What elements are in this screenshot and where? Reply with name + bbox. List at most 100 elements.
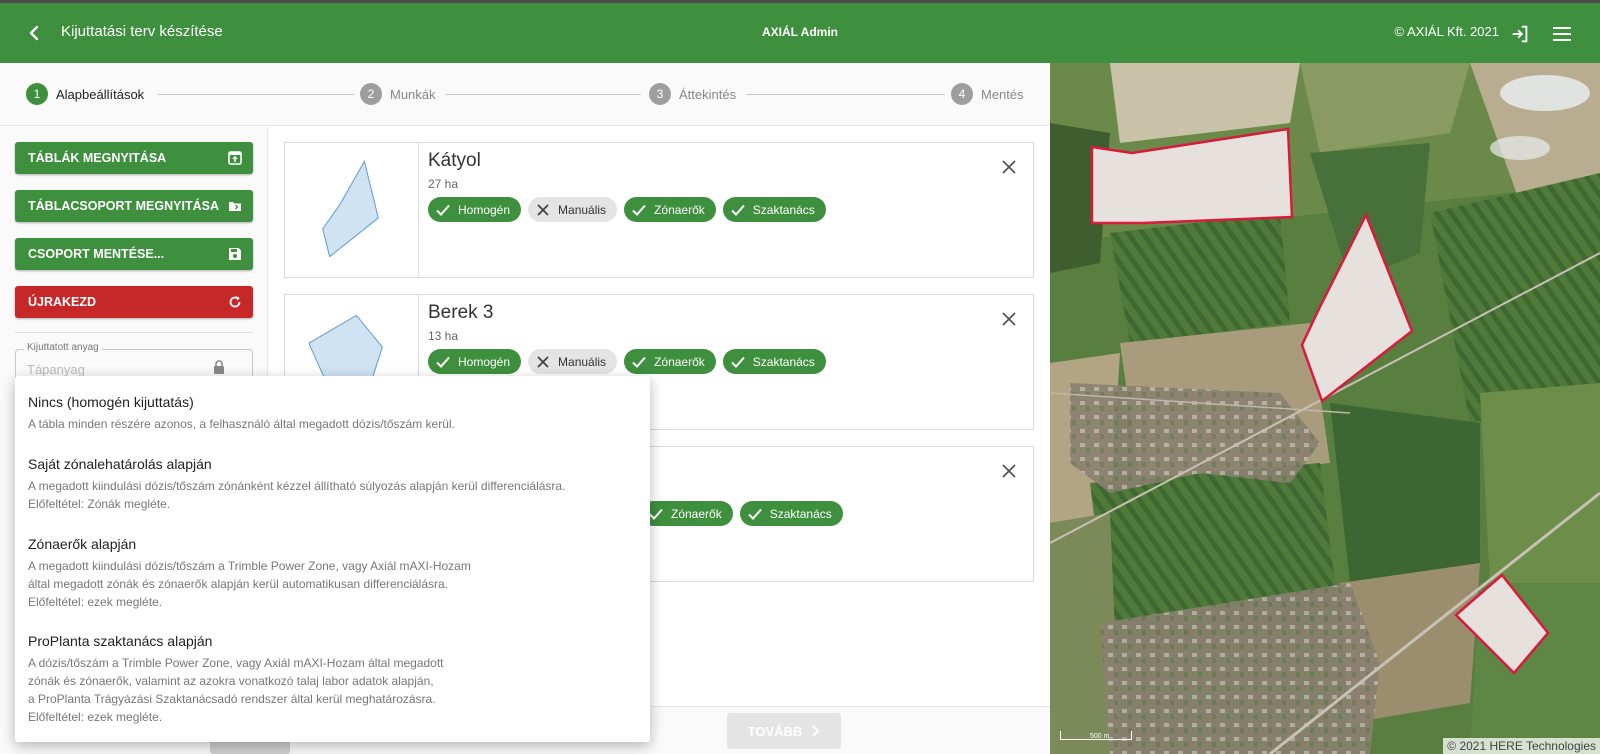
step-label: Munkák bbox=[390, 86, 436, 102]
material-label: Kijuttatott anyag bbox=[24, 342, 102, 353]
chip-label: Homogén bbox=[458, 354, 511, 369]
next-label: TOVÁBB bbox=[747, 723, 803, 739]
wizard-stepper: 1 Alapbeállítások 2 Munkák 3 Áttekintés … bbox=[0, 63, 1050, 126]
option-line: által megadott zónák és zónaerők alapján… bbox=[28, 577, 449, 591]
step-munkak[interactable]: 2 Munkák bbox=[360, 82, 436, 106]
check-icon bbox=[632, 356, 646, 368]
option-line: A megadott kiindulási dózis/tőszám a Tri… bbox=[28, 559, 471, 573]
step-attekintes[interactable]: 3 Áttekintés bbox=[649, 82, 736, 106]
chip-label: Zónaerők bbox=[671, 506, 722, 521]
method-chips: Homogén Manuális Zónaerők Szaktanács bbox=[428, 197, 826, 222]
option-line: Előfeltétel: ezek megléte. bbox=[28, 710, 163, 724]
chip-manualis[interactable]: Manuális bbox=[528, 197, 618, 222]
close-icon bbox=[537, 355, 549, 368]
hamburger-menu-icon[interactable] bbox=[1551, 24, 1573, 44]
close-icon bbox=[537, 203, 549, 216]
restart-button[interactable]: ÚJRAKEZD bbox=[15, 286, 253, 318]
check-icon bbox=[731, 356, 745, 368]
chip-homogen[interactable]: Homogén bbox=[428, 349, 522, 374]
chip-szaktanacs[interactable]: Szaktanács bbox=[722, 197, 826, 222]
satellite-map[interactable]: 500 m © 2021 HERE Technologies bbox=[1050, 63, 1600, 754]
map-imagery bbox=[1050, 63, 1600, 754]
button-label: CSOPORT MENTÉSE... bbox=[28, 247, 165, 261]
method-chips: Homogén Manuális Zónaerők Szaktanács bbox=[428, 349, 826, 374]
step-number: 4 bbox=[951, 83, 973, 105]
option-description: A dózis/tőszám a Trimble Power Zone, vag… bbox=[28, 654, 640, 726]
check-icon bbox=[632, 204, 646, 216]
step-mentes[interactable]: 4 Mentés bbox=[951, 82, 1024, 106]
chip-label: Szaktanács bbox=[769, 506, 832, 521]
open-table-group-button[interactable]: TÁBLACSOPORT MEGNYITÁSA bbox=[15, 190, 253, 222]
option-line: A dózis/tőszám a Trimble Power Zone, vag… bbox=[28, 656, 444, 670]
option-line: Előfeltétel: Zónák megléte. bbox=[28, 497, 171, 511]
step-connector bbox=[158, 94, 354, 95]
chip-szaktanacs[interactable]: Szaktanács bbox=[739, 501, 843, 526]
option-proplanta[interactable]: ProPlanta szaktanács alapján A dózis/tős… bbox=[28, 633, 640, 726]
chip-label: Homogén bbox=[458, 202, 511, 217]
table-area: 13 ha bbox=[428, 329, 459, 343]
map-attribution: © 2021 HERE Technologies bbox=[1443, 738, 1600, 754]
folder-open-icon bbox=[229, 202, 241, 211]
step-label: Áttekintés bbox=[679, 86, 737, 102]
logout-icon[interactable] bbox=[1509, 23, 1531, 45]
button-label: TÁBLÁK MEGNYITÁSA bbox=[28, 151, 167, 165]
option-line: a ProPlanta Trágyázási Szaktanácsadó ren… bbox=[28, 692, 436, 706]
chevron-right-icon bbox=[812, 725, 820, 737]
step-connector bbox=[445, 94, 641, 95]
save-group-button[interactable]: CSOPORT MENTÉSE... bbox=[15, 238, 253, 270]
close-icon[interactable] bbox=[1001, 159, 1017, 175]
map-scale-label: 500 m bbox=[1090, 733, 1110, 740]
step-label: Alapbeállítások bbox=[56, 86, 145, 102]
step-number: 1 bbox=[26, 83, 48, 105]
copyright-text: © AXIÁL Kft. 2021 bbox=[1394, 24, 1500, 39]
option-description: A megadott kiindulási dózis/tőszám zónán… bbox=[28, 477, 640, 513]
check-icon bbox=[436, 356, 450, 368]
step-alapbeallitasok[interactable]: 1 Alapbeállítások bbox=[26, 82, 144, 106]
table-name: Berek 3 bbox=[428, 302, 494, 323]
table-name: Kátyol bbox=[428, 150, 481, 171]
field-shape-thumbnail bbox=[322, 143, 419, 277]
option-line: A tábla minden részére azonos, a felhasz… bbox=[28, 417, 455, 431]
option-title: Zónaerők alapján bbox=[28, 536, 137, 552]
option-description: A tábla minden részére azonos, a felhasz… bbox=[28, 415, 640, 433]
option-zonaerok[interactable]: Zónaerők alapján A megadott kiindulási d… bbox=[28, 536, 640, 611]
open-tables-button[interactable]: TÁBLÁK MEGNYITÁSA bbox=[15, 142, 253, 174]
chip-zonaerok[interactable]: Zónaerők bbox=[624, 349, 716, 374]
table-area: 27 ha bbox=[428, 177, 459, 191]
chip-label: Manuális bbox=[558, 354, 607, 369]
check-icon bbox=[731, 204, 745, 216]
chip-homogen[interactable]: Homogén bbox=[428, 197, 522, 222]
chip-label: Szaktanács bbox=[752, 202, 815, 217]
option-homogen[interactable]: Nincs (homogén kijuttatás) A tábla minde… bbox=[28, 394, 640, 433]
button-label: TÁBLACSOPORT MEGNYITÁSA bbox=[28, 199, 219, 213]
option-title: Saját zónalehatárolás alapján bbox=[28, 456, 212, 472]
close-icon[interactable] bbox=[1001, 463, 1017, 479]
check-icon bbox=[747, 508, 762, 520]
next-button[interactable]: TOVÁBB bbox=[727, 713, 841, 749]
app-header: Kijuttatási terv készítése AXIÁL Admin ©… bbox=[0, 3, 1600, 63]
chip-szaktanacs[interactable]: Szaktanács bbox=[722, 349, 826, 374]
option-title: Nincs (homogén kijuttatás) bbox=[28, 394, 194, 410]
panel-divider bbox=[15, 332, 253, 333]
close-icon[interactable] bbox=[1001, 311, 1017, 327]
chip-zonaerok[interactable]: Zónaerők bbox=[641, 501, 733, 526]
save-icon bbox=[229, 248, 241, 260]
option-sajat-zona[interactable]: Saját zónalehatárolás alapján A megadott… bbox=[28, 456, 640, 513]
option-description: A megadott kiindulási dózis/tőszám a Tri… bbox=[28, 557, 640, 611]
step-number: 2 bbox=[360, 83, 382, 105]
chip-label: Szaktanács bbox=[752, 354, 815, 369]
option-title: ProPlanta szaktanács alapján bbox=[28, 633, 213, 649]
option-line: Előfeltétel: ezek megléte. bbox=[28, 595, 163, 609]
chip-zonaerok[interactable]: Zónaerők bbox=[624, 197, 716, 222]
chip-label: Zónaerők bbox=[654, 354, 705, 369]
open-in-new-icon bbox=[228, 151, 242, 165]
distribution-method-dropdown: Nincs (homogén kijuttatás) A tábla minde… bbox=[15, 376, 650, 742]
step-connector bbox=[746, 94, 945, 95]
option-line: A megadott kiindulási dózis/tőszám zónán… bbox=[28, 479, 566, 493]
step-label: Mentés bbox=[981, 86, 1024, 102]
chip-label: Zónaerők bbox=[654, 202, 705, 217]
chip-manualis[interactable]: Manuális bbox=[528, 349, 618, 374]
refresh-icon bbox=[229, 296, 241, 308]
chip-label: Manuális bbox=[558, 202, 607, 217]
button-label: ÚJRAKEZD bbox=[28, 295, 97, 309]
